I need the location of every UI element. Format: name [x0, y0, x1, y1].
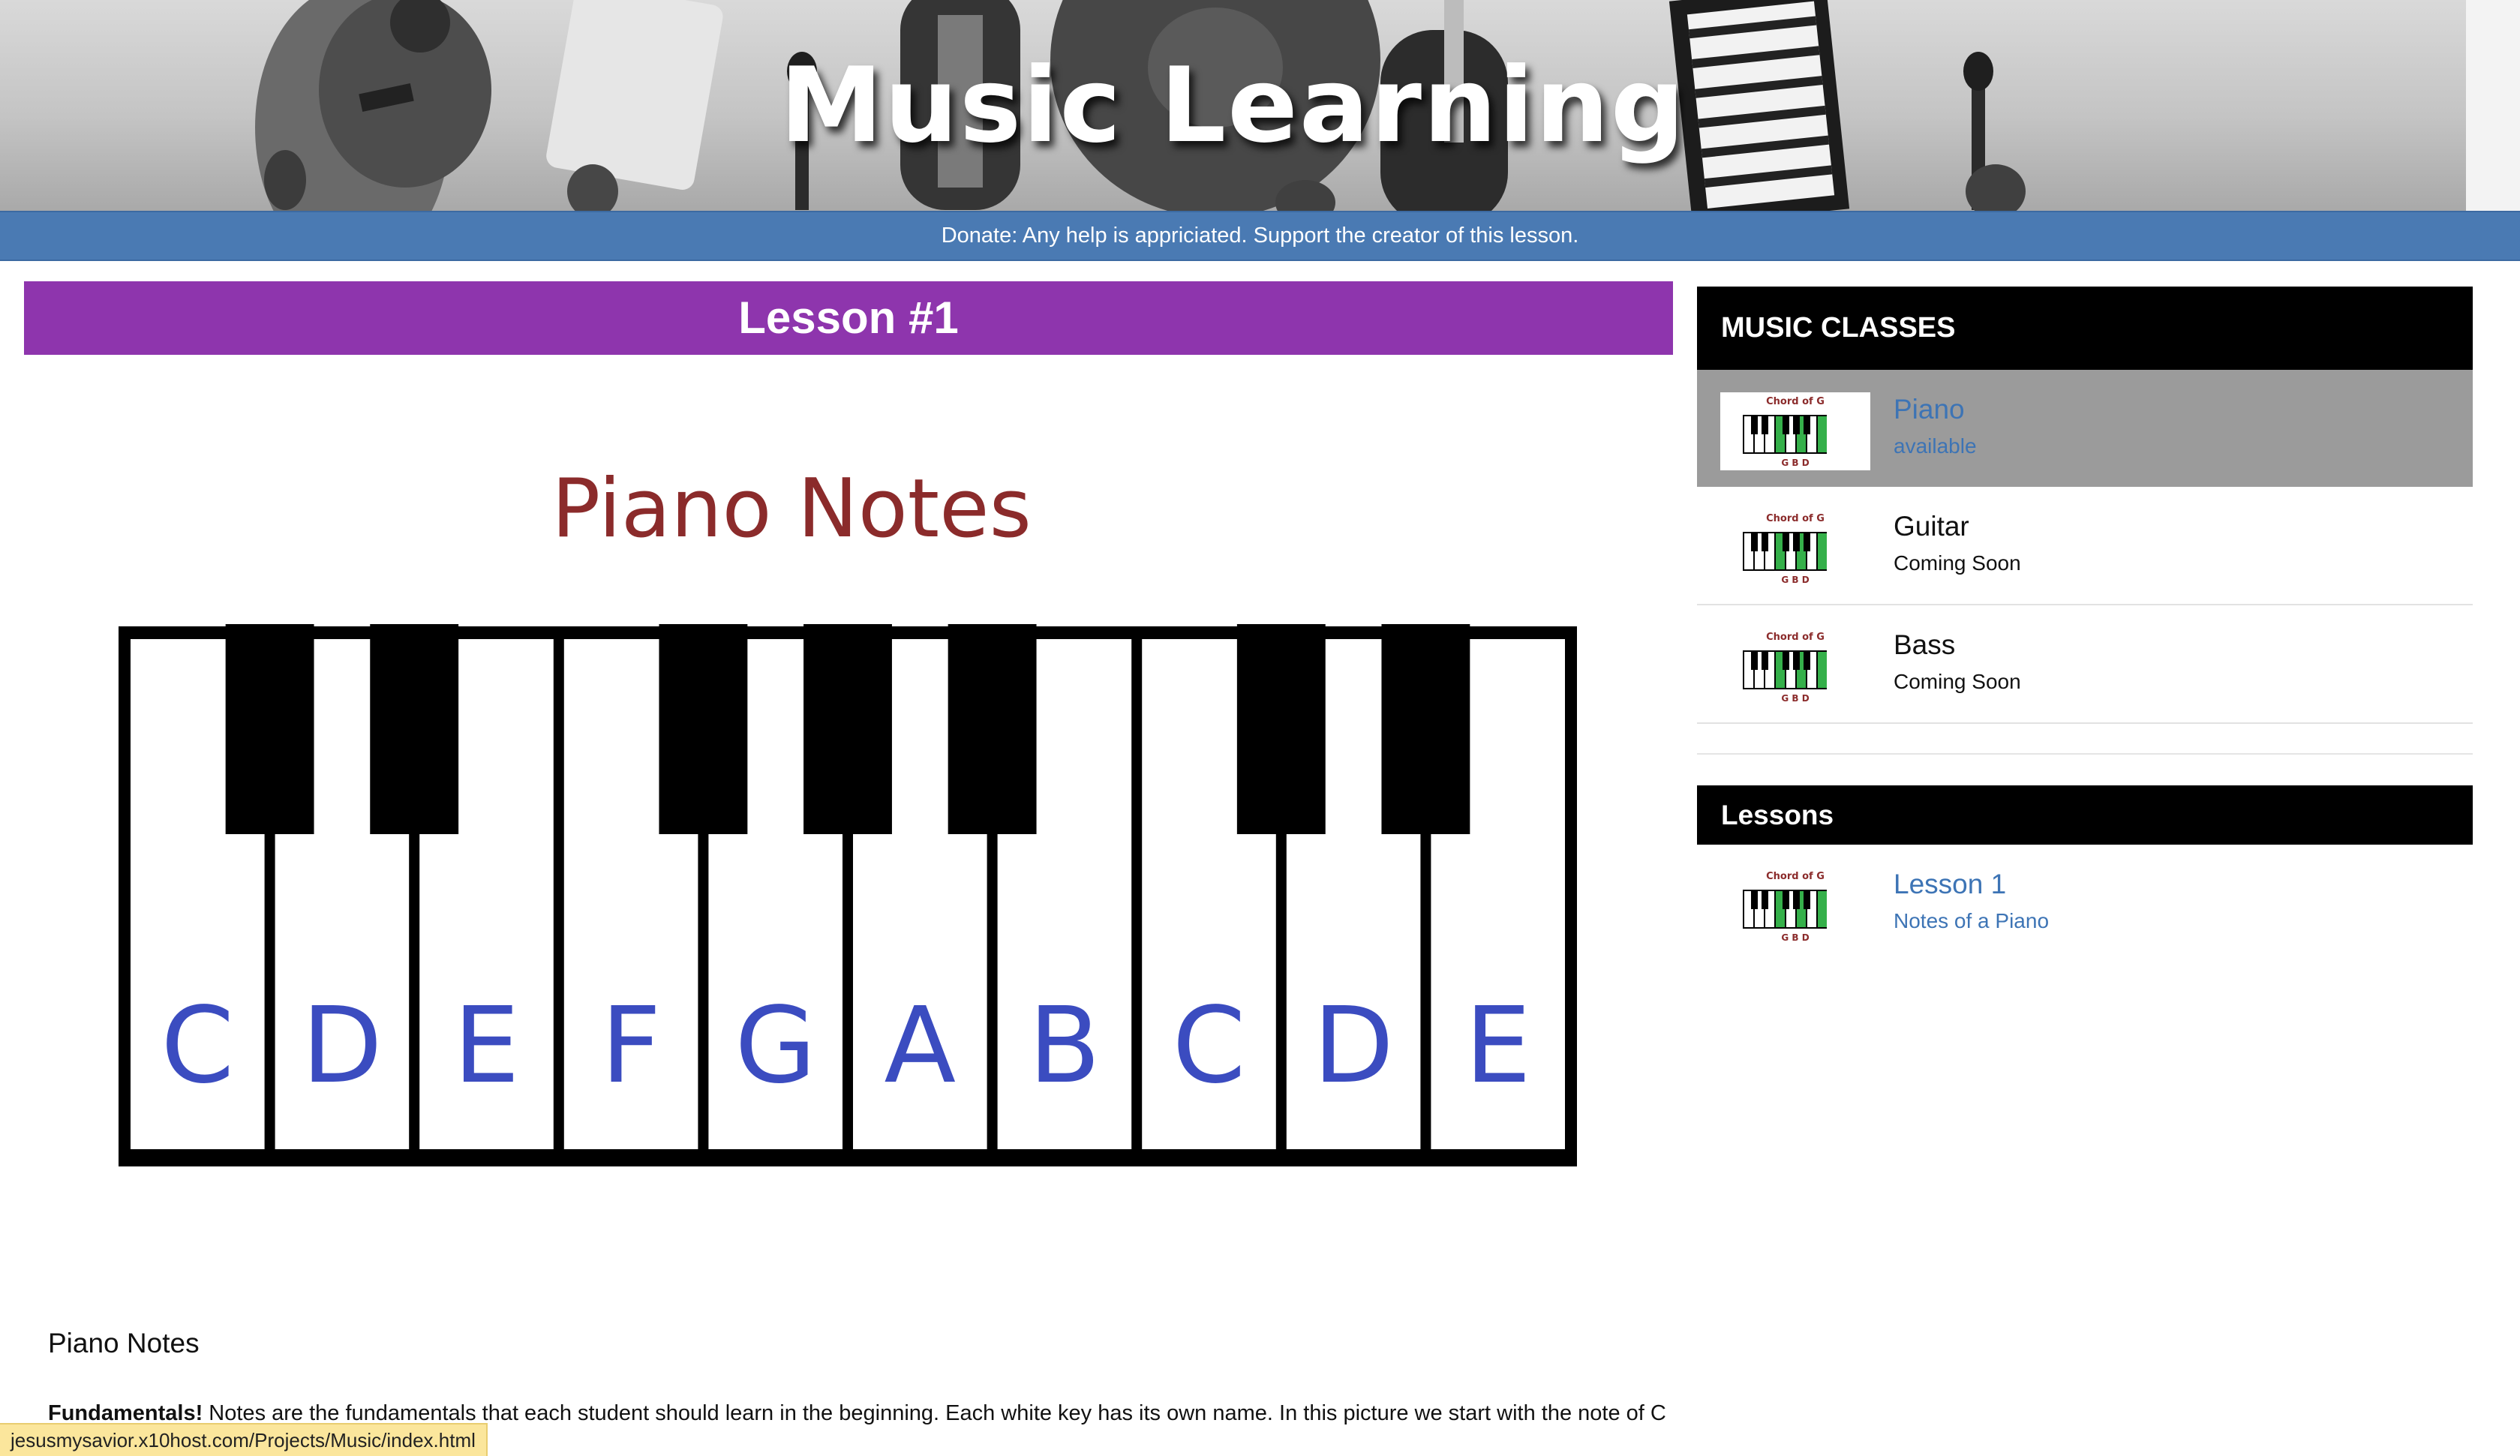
lessons-header: Lessons [1697, 785, 2473, 845]
chord-thumbnail-image: Chord of G G B D [1743, 871, 1827, 943]
class-status: Coming Soon [1894, 670, 2021, 693]
divider [1697, 722, 2473, 724]
black-key [1236, 624, 1326, 834]
thumbnail-notes: G B D [1781, 693, 1809, 704]
lesson-item-1[interactable]: Chord of G G B D Lesson 1 Notes of a Pian… [1697, 845, 2473, 965]
thumbnail-notes: G B D [1781, 932, 1809, 943]
note-label: C [1173, 985, 1246, 1107]
chord-thumbnail-image: Chord of G G B D [1743, 632, 1827, 704]
thumbnail-notes: G B D [1781, 575, 1809, 585]
thumbnail-caption: Chord of G [1766, 513, 1825, 524]
paragraph-text: Notes are the fundamentals that each stu… [203, 1401, 1666, 1425]
bass-thumbnail: Chord of G G B D [1720, 628, 1870, 706]
lesson-subtitle: Notes of a Piano [1894, 909, 2050, 932]
section-heading: Piano Notes [48, 1328, 200, 1358]
donate-banner[interactable]: Donate: Any help is appriciated. Support… [0, 211, 2520, 261]
black-key [370, 624, 459, 834]
black-key [659, 624, 748, 834]
figure-title: Piano Notes [551, 462, 1032, 556]
note-label: E [1464, 985, 1530, 1107]
black-key [803, 624, 892, 834]
thumbnail-notes: G B D [1781, 458, 1809, 468]
note-label: D [302, 985, 383, 1107]
thumbnail-caption: Chord of G [1766, 396, 1825, 407]
class-item-piano[interactable]: Chord of G G B D Piano available [1697, 370, 2473, 487]
lesson-title[interactable]: Lesson 1 [1894, 869, 2006, 900]
class-item-guitar[interactable]: Chord of G G B D Guitar Coming Soon [1697, 487, 2473, 605]
note-label: E [453, 985, 519, 1107]
thumbnail-caption: Chord of G [1766, 632, 1825, 643]
class-status: available [1894, 434, 1977, 458]
thumbnail-caption: Chord of G [1766, 871, 1825, 882]
note-label: C [161, 985, 234, 1107]
paragraph-bold: Fundamentals! [48, 1401, 203, 1425]
hero-edge [2466, 0, 2520, 211]
guitar-thumbnail: Chord of G G B D [1720, 509, 1870, 587]
class-title[interactable]: Guitar [1894, 511, 1969, 542]
chord-thumbnail-image: Chord of G G B D [1743, 513, 1827, 585]
note-label: D [1313, 985, 1394, 1107]
note-label: F [601, 985, 662, 1107]
sidebar-separator [1697, 753, 2473, 755]
note-label: G [734, 985, 815, 1107]
class-title[interactable]: Piano [1894, 394, 1965, 425]
chord-thumbnail-image: Chord of G G B D [1743, 396, 1827, 468]
lesson-thumbnail: Chord of G G B D [1720, 867, 1870, 945]
class-item-bass[interactable]: Chord of G G B D Bass Coming Soon [1697, 605, 2473, 724]
music-classes-header: MUSIC CLASSES [1697, 287, 2473, 370]
site-title: Music Learning [779, 45, 1687, 166]
status-bar-url: jesusmysavior.x10host.com/Projects/Music… [0, 1423, 488, 1456]
lesson-header: Lesson #1 [24, 281, 1673, 355]
hero-banner: Music Learning [0, 0, 2466, 211]
black-key [948, 624, 1037, 834]
black-key [1381, 624, 1470, 834]
piano-notes-image: Piano Notes CDEFGABCDE [119, 462, 1577, 1166]
class-status: Coming Soon [1894, 551, 2021, 575]
piano-thumbnail: Chord of G G B D [1720, 392, 1870, 470]
class-title[interactable]: Bass [1894, 629, 1955, 661]
note-label: B [1029, 985, 1101, 1107]
black-key [225, 624, 314, 834]
note-label: A [884, 985, 956, 1107]
